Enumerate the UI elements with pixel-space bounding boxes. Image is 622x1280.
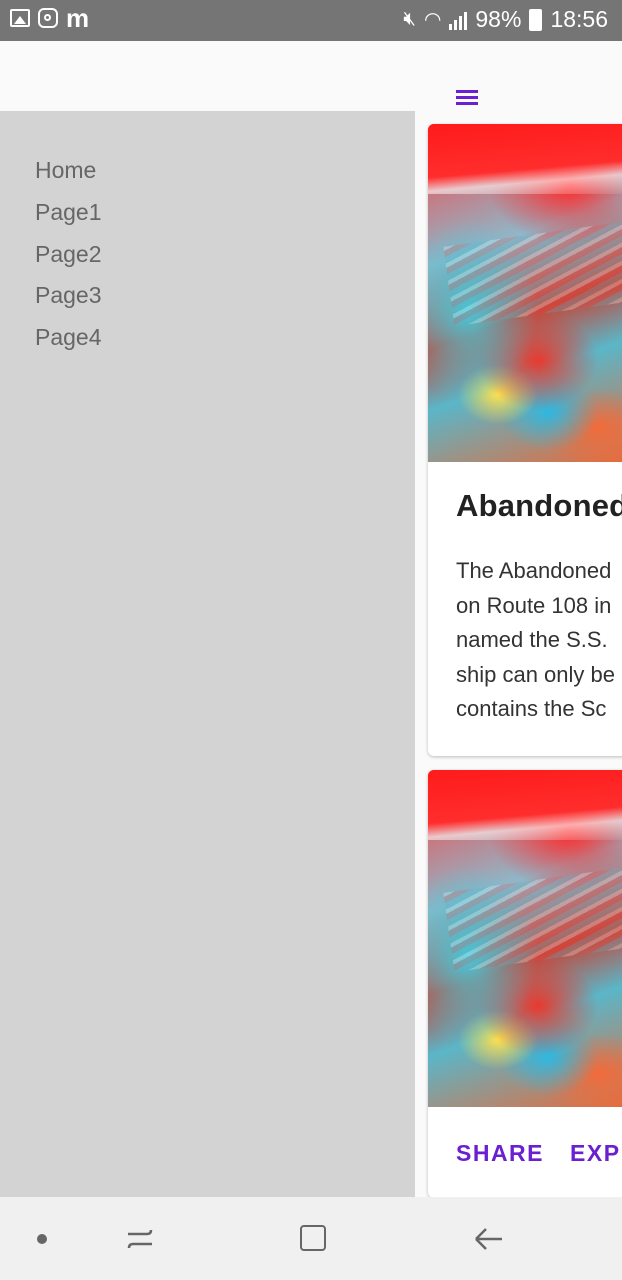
battery-percent: 98% xyxy=(475,6,522,32)
card-body-line: The Abandoned xyxy=(456,558,612,583)
explore-button[interactable]: EXP xyxy=(570,1140,621,1167)
drawer-item-page4[interactable]: Page4 xyxy=(35,324,102,351)
card-image xyxy=(428,770,622,1107)
drawer-item-page1[interactable]: Page1 xyxy=(35,199,102,226)
card-body: The Abandoned on Route 108 in named the … xyxy=(456,554,622,727)
m-app-icon: m xyxy=(66,3,90,33)
menu-icon[interactable] xyxy=(456,90,478,108)
card-body-line: ship can only be xyxy=(456,661,615,687)
card-body-line: contains the Sc xyxy=(456,696,607,722)
battery-charging-icon xyxy=(529,8,543,31)
instagram-icon xyxy=(38,8,58,28)
card-body-line: named the S.S. xyxy=(456,627,608,653)
drawer-item-page2[interactable]: Page2 xyxy=(35,241,102,268)
card-image xyxy=(428,124,622,462)
signal-icon xyxy=(449,10,468,30)
drawer-item-home[interactable]: Home xyxy=(35,157,96,184)
drawer-item-page3[interactable]: Page3 xyxy=(35,282,102,309)
app-header xyxy=(0,41,622,111)
card-title: Abandoned xyxy=(456,488,622,523)
wifi-icon: ◠ xyxy=(423,9,442,31)
back-icon[interactable] xyxy=(472,1224,504,1254)
card-body-line: on Route 108 in xyxy=(456,592,612,618)
clock: 18:56 xyxy=(550,6,608,32)
navigation-drawer: Home Page1 Page2 Page3 Page4 xyxy=(0,111,415,1197)
recent-apps-icon[interactable] xyxy=(125,1226,155,1252)
system-nav-bar xyxy=(0,1197,622,1280)
article-card: SHARE EXP xyxy=(428,770,622,1198)
mute-icon: 🔇︎ xyxy=(403,8,416,30)
card-actions: SHARE EXP xyxy=(456,1140,622,1167)
share-button[interactable]: SHARE xyxy=(456,1140,544,1167)
status-bar: m 🔇︎ ◠ 98% 18:56 xyxy=(0,0,622,41)
gallery-icon xyxy=(10,9,30,27)
article-card: Abandoned The Abandoned on Route 108 in … xyxy=(428,124,622,756)
home-icon[interactable] xyxy=(300,1225,326,1251)
nav-dot-icon[interactable] xyxy=(37,1234,47,1244)
